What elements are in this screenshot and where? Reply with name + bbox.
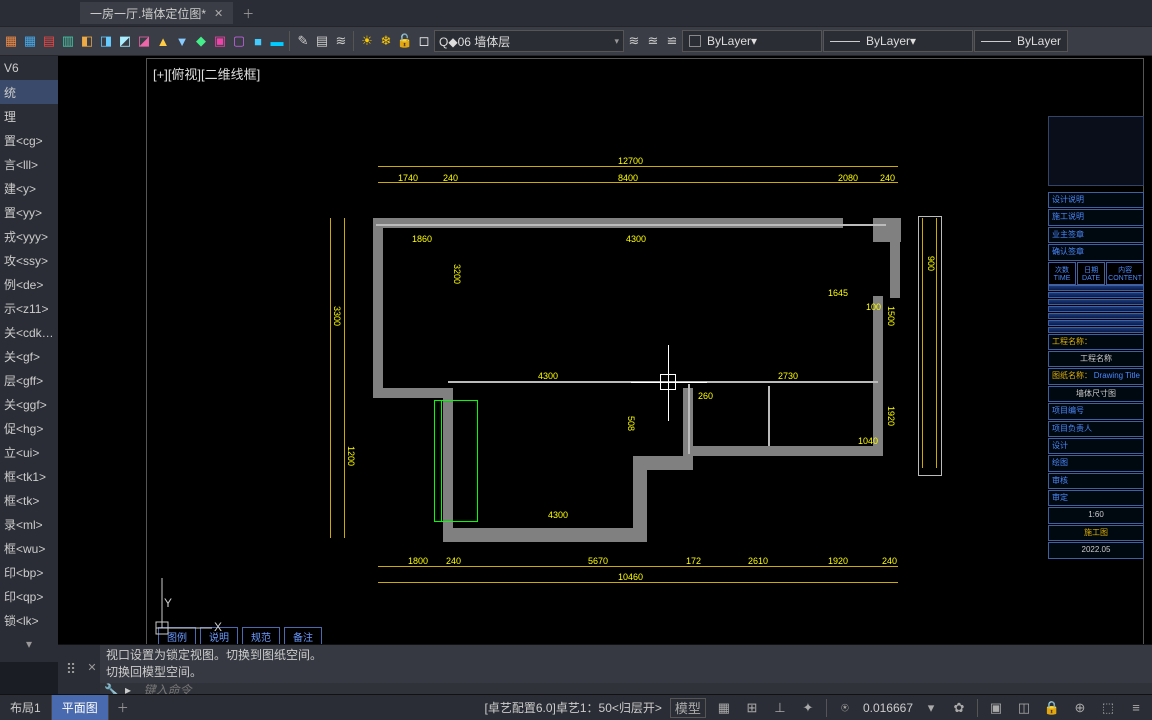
polar-icon[interactable]: ✦ <box>798 698 818 718</box>
crosshair-cursor <box>660 374 676 390</box>
chevron-down-icon: ▾ <box>614 36 619 47</box>
sidebar-item[interactable]: 印<bp> <box>0 560 58 584</box>
tool-icon[interactable]: ▣ <box>211 32 229 50</box>
sidebar-item[interactable]: 促<hg> <box>0 416 58 440</box>
tool-icon[interactable]: ⊕ <box>1070 698 1090 718</box>
document-tabs: 一房一厅.墙体定位图* ✕ ＋ <box>0 0 1152 26</box>
tool-icon[interactable]: ▦ <box>2 32 20 50</box>
layout-tab[interactable]: 平面图 <box>52 695 109 720</box>
sidebar-item[interactable]: 录<ml> <box>0 512 58 536</box>
snap-icon[interactable]: ⊞ <box>742 698 762 718</box>
tool-icon[interactable]: ▢ <box>230 32 248 50</box>
doc-tab[interactable]: 一房一厅.墙体定位图* ✕ <box>80 2 233 24</box>
title-block: 设计说明 施工说明 业主签章 确认签章 次数TIME 日期DATE 内容CONT… <box>1048 116 1144 592</box>
layer-current: Q◆06 墙体层 <box>439 33 510 50</box>
layer-selector[interactable]: Q◆06 墙体层 ▾ <box>434 30 624 52</box>
sidebar-item[interactable]: 印<qp> <box>0 584 58 608</box>
sidebar-item[interactable]: 置<cg> <box>0 128 58 152</box>
sidebar-item[interactable]: 示<z11> <box>0 296 58 320</box>
main-toolbar: ▦ ▦ ▤ ▥ ◧ ◨ ◩ ◪ ▲ ▼ ◆ ▣ ▢ ■ ▬ ✎ ▤ ≋ ☀ ❄ … <box>0 26 1152 56</box>
sidebar-item[interactable]: 攻<ssy> <box>0 248 58 272</box>
sidebar-item[interactable]: V6 <box>0 56 58 80</box>
sidebar-item[interactable]: 理 <box>0 104 58 128</box>
tool-icon[interactable]: ▦ <box>21 32 39 50</box>
tool-icon[interactable]: ▬ <box>268 32 286 50</box>
tool-icon[interactable]: ▣ <box>986 698 1006 718</box>
layout-tab[interactable]: 布局1 <box>0 695 52 720</box>
tool-icon[interactable]: ▤ <box>40 32 58 50</box>
command-sidebar: V6 统 理 置<cg> 言<lll> 建<y> 置<yy> 戎<yyy> 攻<… <box>0 56 58 662</box>
tool-icon[interactable]: ◪ <box>135 32 153 50</box>
layer-tool-icon[interactable]: ≋ <box>625 32 643 50</box>
doc-tab-title: 一房一厅.墙体定位图* <box>90 5 206 22</box>
layer-lock-icon[interactable]: 🔓 <box>396 32 414 50</box>
tool-icon[interactable]: ◩ <box>116 32 134 50</box>
chevron-down-icon[interactable]: ▾ <box>921 698 941 718</box>
tool-icon[interactable]: ≋ <box>332 32 350 50</box>
drawing-area[interactable]: [+][俯视][二维线框] 12700 1740 240 8400 2080 2… <box>58 56 1152 662</box>
layer-tool-icon[interactable]: ≌ <box>663 32 681 50</box>
sidebar-item[interactable]: 关<ggf> <box>0 392 58 416</box>
sidebar-item[interactable]: 层<gff> <box>0 368 58 392</box>
grid-icon[interactable]: ▦ <box>714 698 734 718</box>
status-bar: 布局1 平面图 ＋ [卓艺配置6.0]卓艺1：50<归层开> 模型 ▦ ⊞ ⊥ … <box>0 694 1152 720</box>
scale-icon[interactable]: ⍟ <box>835 698 855 718</box>
chevron-down-icon: ▾ <box>751 34 757 48</box>
add-layout-button[interactable]: ＋ <box>109 695 137 720</box>
linetype-selector[interactable]: ByLayer ▾ <box>823 30 973 52</box>
tool-icon[interactable]: ▥ <box>59 32 77 50</box>
tool-icon[interactable]: ◨ <box>97 32 115 50</box>
close-icon[interactable]: ✕ <box>84 645 100 694</box>
tool-icon[interactable]: ◧ <box>78 32 96 50</box>
sidebar-item[interactable]: 建<y> <box>0 176 58 200</box>
floor-plan: 12700 1740 240 8400 2080 240 4300 273 <box>268 106 958 596</box>
gear-icon[interactable]: ✿ <box>949 698 969 718</box>
sidebar-item[interactable]: 锁<lk> <box>0 608 58 632</box>
ortho-icon[interactable]: ⊥ <box>770 698 790 718</box>
status-scale: 0.016667 <box>863 701 913 715</box>
sidebar-item[interactable]: 关<cdk… <box>0 320 58 344</box>
tool-icon[interactable]: ■ <box>249 32 267 50</box>
lineweight-selector[interactable]: ByLayer <box>974 30 1068 52</box>
tool-icon[interactable]: ◫ <box>1014 698 1034 718</box>
tool-icon[interactable]: ◆ <box>192 32 210 50</box>
sidebar-item[interactable]: 立<ui> <box>0 440 58 464</box>
command-panel: ⠿ ✕ 视口设置为锁定视图。切换到图纸空间。 切换回模型空间。 🔧 ▸_ <box>58 644 1152 694</box>
sidebar-item[interactable]: 框<tk> <box>0 488 58 512</box>
model-button[interactable]: 模型 <box>670 698 706 718</box>
tool-icon[interactable]: ⬚ <box>1098 698 1118 718</box>
tool-icon[interactable]: ▤ <box>313 32 331 50</box>
sidebar-item[interactable]: 置<yy> <box>0 200 58 224</box>
sidebar-item[interactable]: 统 <box>0 80 58 104</box>
sidebar-item[interactable]: 戎<yyy> <box>0 224 58 248</box>
tool-icon[interactable]: ▼ <box>173 32 191 50</box>
layer-tool-icon[interactable]: ≊ <box>644 32 662 50</box>
tool-icon[interactable]: ✎ <box>294 32 312 50</box>
sidebar-item[interactable]: 框<wu> <box>0 536 58 560</box>
layer-icon[interactable]: ☀ <box>358 32 376 50</box>
layer-color-icon[interactable]: ◻ <box>415 32 433 50</box>
menu-icon[interactable]: ≡ <box>1126 698 1146 718</box>
chevron-down-icon: ▾ <box>910 34 916 48</box>
lock-icon[interactable]: 🔒 <box>1042 698 1062 718</box>
view-cube[interactable] <box>1048 116 1144 186</box>
tool-icon[interactable]: ▲ <box>154 32 172 50</box>
sidebar-item[interactable]: 言<lll> <box>0 152 58 176</box>
status-config: [卓艺配置6.0]卓艺1：50<归层开> <box>485 699 662 716</box>
sidebar-item[interactable]: 例<de> <box>0 272 58 296</box>
command-history: 视口设置为锁定视图。切换到图纸空间。 切换回模型空间。 <box>100 645 1152 683</box>
layer-icon[interactable]: ❄ <box>377 32 395 50</box>
sidebar-expand[interactable]: ▾ <box>0 632 58 656</box>
new-tab-button[interactable]: ＋ <box>237 2 259 24</box>
sidebar-item[interactable]: 关<gf> <box>0 344 58 368</box>
cmd-grid-icon[interactable]: ⠿ <box>58 645 84 694</box>
color-selector[interactable]: ByLayer ▾ <box>682 30 822 52</box>
sidebar-item[interactable]: 框<tk1> <box>0 464 58 488</box>
close-icon[interactable]: ✕ <box>214 7 223 20</box>
viewport-label[interactable]: [+][俯视][二维线框] <box>153 64 260 83</box>
